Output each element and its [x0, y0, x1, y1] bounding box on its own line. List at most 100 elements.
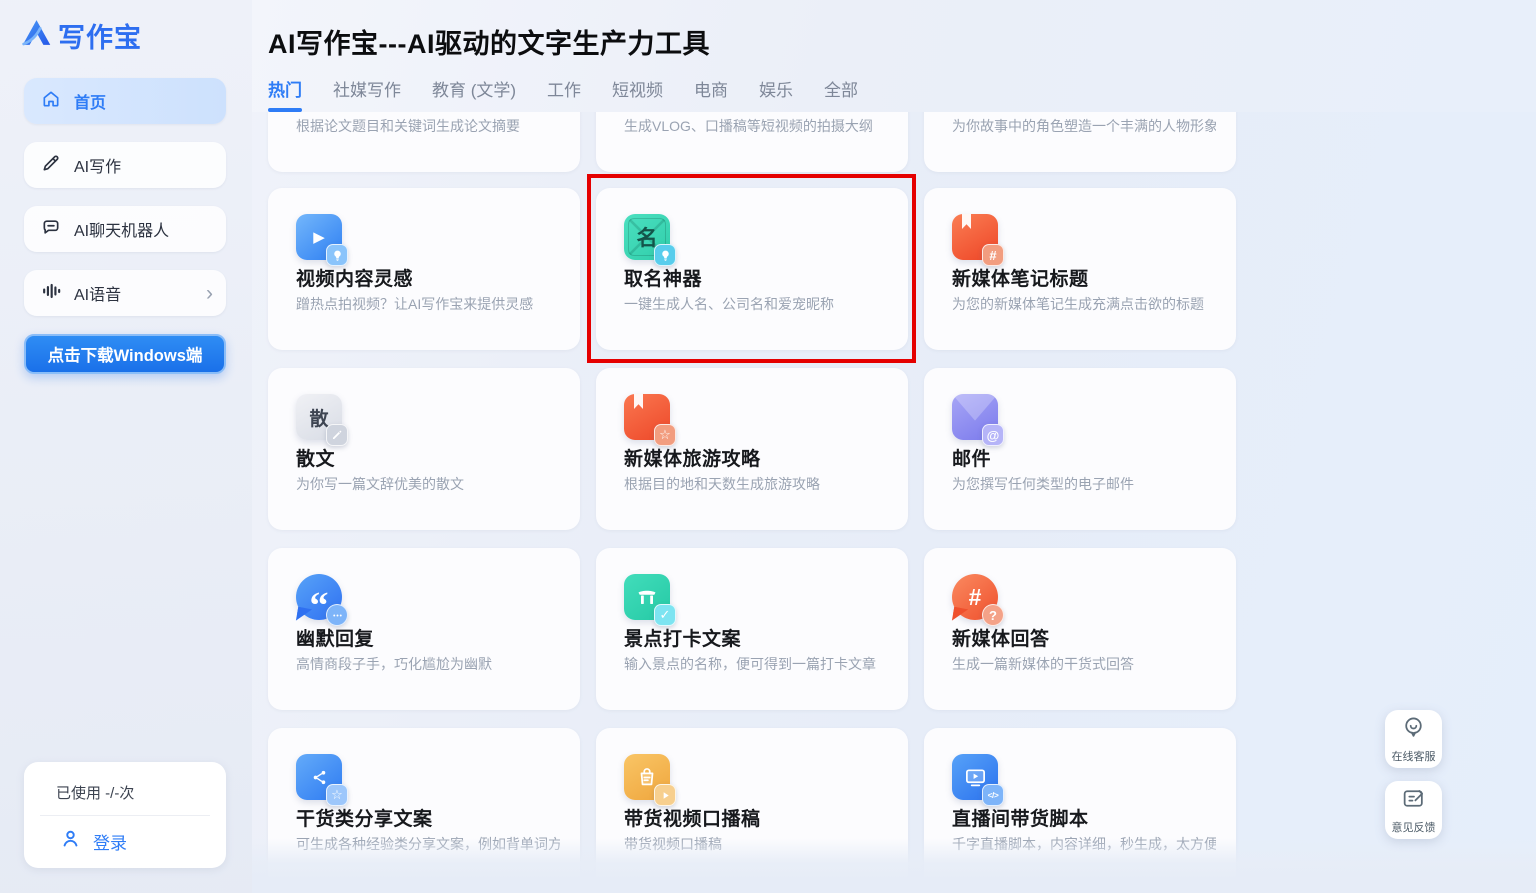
sidebar-item-label: AI聊天机器人: [74, 217, 169, 241]
media-note-title-icon: #: [952, 214, 998, 260]
card-description: 为你写一篇文辞优美的散文: [296, 474, 560, 494]
usage-card: 已使用 -/-次 登录: [24, 762, 226, 868]
tab-3[interactable]: 工作: [547, 76, 581, 112]
sidebar-item-ai-writing[interactable]: AI写作: [24, 142, 226, 188]
tab-6[interactable]: 娱乐: [759, 76, 793, 112]
sales-video-badge-icon: [654, 784, 676, 806]
card-title: 视频内容灵感: [296, 264, 413, 291]
sidebar-item-home[interactable]: 首页: [24, 78, 226, 124]
humor-reply-icon: “: [296, 574, 342, 620]
card-title: 新媒体回答: [952, 624, 1050, 651]
card-description: 一键生成人名、公司名和爱宠昵称: [624, 294, 888, 314]
logo-mark-icon: [20, 18, 53, 53]
card-title: 景点打卡文案: [624, 624, 741, 651]
media-answer-badge-icon: ?: [982, 604, 1004, 626]
tool-card-新媒体回答[interactable]: #? 新媒体回答生成一篇新媒体的干货式回答: [924, 548, 1236, 710]
tool-card-直播间带货脚本[interactable]: </> 直播间带货脚本千字直播脚本，内容详细，秒生成，太方便: [924, 728, 1236, 890]
tab-bar: 热门社媒写作教育 (文学) 工作短视频电商娱乐全部: [268, 76, 858, 112]
essay-icon: 散: [296, 394, 342, 440]
pencil-icon: [41, 153, 61, 178]
card-description: 根据论文题目和关键词生成论文摘要: [296, 116, 560, 136]
card-description: 为您撰写任何类型的电子邮件: [952, 474, 1216, 494]
card-description: 输入景点的名称，便可得到一篇打卡文章: [624, 654, 888, 674]
login-label: 登录: [93, 829, 127, 854]
online-support-button[interactable]: 在线客服: [1385, 710, 1442, 768]
card-title: 直播间带货脚本: [952, 804, 1089, 831]
share-copy-icon: ☆: [296, 754, 342, 800]
sidebar-item-label: 首页: [74, 89, 106, 113]
divider: [40, 815, 210, 816]
video-inspiration-icon: ▶: [296, 214, 342, 260]
share-copy-badge-icon: ☆: [326, 784, 348, 806]
tool-card-视频内容灵感[interactable]: ▶ 视频内容灵感蹭热点拍视频？让AI写作宝来提供灵感: [268, 188, 580, 350]
tool-card-景点打卡文案[interactable]: ✓景点打卡文案输入景点的名称，便可得到一篇打卡文章: [596, 548, 908, 710]
tool-card-邮件[interactable]: @邮件为您撰写任何类型的电子邮件: [924, 368, 1236, 530]
tool-card-带货视频口播稿[interactable]: 带货视频口播稿带货视频口播稿: [596, 728, 908, 890]
main-header: AI写作宝---AI驱动的文字生产力工具 热门社媒写作教育 (文学) 工作短视频电…: [252, 0, 1536, 112]
travel-guide-badge-icon: ☆: [654, 424, 676, 446]
scenic-checkin-icon: ✓: [624, 574, 670, 620]
video-inspiration-badge-icon: [326, 244, 348, 266]
card-title: 新媒体旅游攻略: [624, 444, 761, 471]
card-title: 带货视频口播稿: [624, 804, 761, 831]
sidebar: 写作宝 首页 AI写作 AI聊天机器人: [0, 0, 252, 893]
tool-card-新媒体笔记标题[interactable]: #新媒体笔记标题为您的新媒体笔记生成充满点击欲的标题: [924, 188, 1236, 350]
tab-0[interactable]: 热门: [268, 76, 302, 112]
card-description: 高情商段子手，巧化尴尬为幽默: [296, 654, 560, 674]
feedback-button[interactable]: 意见反馈: [1385, 781, 1442, 839]
tab-5[interactable]: 电商: [694, 76, 728, 112]
tab-2[interactable]: 教育 (文学): [432, 76, 516, 112]
tab-7[interactable]: 全部: [824, 76, 858, 112]
tool-card-幽默回复[interactable]: “ 幽默回复高情商段子手，巧化尴尬为幽默: [268, 548, 580, 710]
sales-video-icon: [624, 754, 670, 800]
download-windows-button[interactable]: 点击下载Windows端: [24, 334, 226, 374]
feedback-label: 意见反馈: [1392, 819, 1436, 835]
card-description: 为你故事中的角色塑造一个丰满的人物形象: [952, 116, 1216, 136]
home-icon: [41, 89, 61, 114]
feedback-edit-icon: [1401, 786, 1426, 816]
sidebar-item-ai-chatbot[interactable]: AI聊天机器人: [24, 206, 226, 252]
chevron-right-icon: ›: [206, 283, 213, 304]
sidebar-item-label: AI写作: [74, 153, 121, 177]
card-title: 取名神器: [624, 264, 702, 291]
tab-1[interactable]: 社媒写作: [333, 76, 401, 112]
travel-guide-icon: ☆: [624, 394, 670, 440]
tool-card-干货类分享文案[interactable]: ☆干货类分享文案可生成各种经验类分享文案，例如背单词方: [268, 728, 580, 890]
support-chat-smile-icon: [1401, 715, 1426, 745]
media-note-title-badge-icon: #: [982, 244, 1004, 266]
tool-card-取名神器[interactable]: 名取名神器一键生成人名、公司名和爱宠昵称: [596, 188, 908, 350]
essay-badge-icon: [326, 424, 348, 446]
naming-tool-icon: 名: [624, 214, 670, 260]
app-logo[interactable]: 写作宝: [20, 16, 142, 55]
card-description: 可生成各种经验类分享文案，例如背单词方: [296, 834, 560, 854]
card-description: 千字直播脚本，内容详细，秒生成，太方便: [952, 834, 1216, 854]
card-title: 干货类分享文案: [296, 804, 433, 831]
card-description: 为您的新媒体笔记生成充满点击欲的标题: [952, 294, 1216, 314]
user-icon: [60, 828, 81, 854]
card-description: 生成VLOG、口播稿等短视频的拍摄大纲: [624, 116, 888, 136]
email-icon: @: [952, 394, 998, 440]
voice-icon: [41, 281, 61, 306]
card-title: 幽默回复: [296, 624, 374, 651]
tab-4[interactable]: 短视频: [612, 76, 663, 112]
card-description: 带货视频口播稿: [624, 834, 888, 854]
card-description: 根据目的地和天数生成旅游攻略: [624, 474, 888, 494]
sidebar-item-ai-voice[interactable]: AI语音 ›: [24, 270, 226, 316]
card-title: 散文: [296, 444, 335, 471]
card-description: 生成一篇新媒体的干货式回答: [952, 654, 1216, 674]
scenic-checkin-badge-icon: ✓: [654, 604, 676, 626]
online-support-label: 在线客服: [1392, 748, 1436, 764]
tool-card-新媒体旅游攻略[interactable]: ☆新媒体旅游攻略根据目的地和天数生成旅游攻略: [596, 368, 908, 530]
naming-tool-badge-icon: [654, 244, 676, 266]
card-title: 新媒体笔记标题: [952, 264, 1089, 291]
page-title: AI写作宝---AI驱动的文字生产力工具: [268, 22, 710, 61]
chat-icon: [41, 217, 61, 242]
live-script-icon: </>: [952, 754, 998, 800]
login-button[interactable]: 登录: [60, 828, 127, 854]
tool-card-散文[interactable]: 散散文为你写一篇文辞优美的散文: [268, 368, 580, 530]
media-answer-icon: #?: [952, 574, 998, 620]
email-badge-icon: @: [982, 424, 1004, 446]
usage-count-text: 已使用 -/-次: [56, 782, 134, 803]
logo-text: 写作宝: [58, 16, 142, 55]
card-description: 蹭热点拍视频？让AI写作宝来提供灵感: [296, 294, 560, 314]
